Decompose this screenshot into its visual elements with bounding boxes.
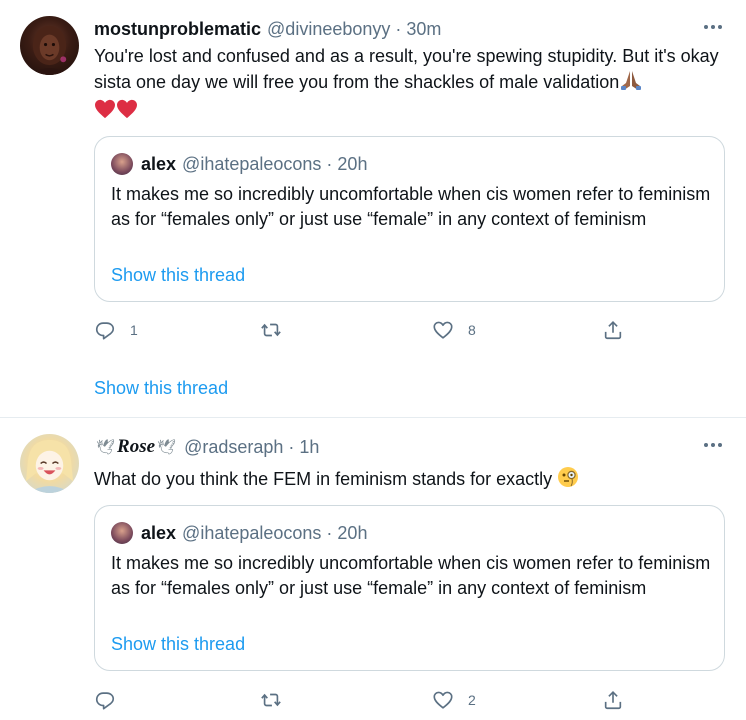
retweet-icon	[261, 323, 281, 337]
separator: ·	[326, 153, 333, 174]
quoted-tweet[interactable]: alex @ihatepaleocons · 20h It makes me s…	[94, 136, 725, 302]
avatar[interactable]	[20, 434, 79, 493]
show-thread-link[interactable]: Show this thread	[111, 634, 245, 655]
tweet-header: mostunproblematic @divineebonyy · 30m	[94, 17, 441, 41]
tweet-actions: 1 8	[94, 318, 634, 342]
author-name[interactable]: Rose	[117, 436, 155, 458]
reply-icon	[95, 692, 115, 710]
separator: ·	[395, 18, 402, 39]
share-icon	[604, 321, 622, 340]
tweet-text-content: What do you think the FEM in feminism st…	[94, 469, 553, 489]
like-button[interactable]: 2	[432, 688, 476, 712]
reply-icon	[95, 322, 115, 340]
like-count: 2	[468, 692, 476, 708]
tweet-text: What do you think the FEM in feminism st…	[94, 466, 724, 495]
retweet-icon	[261, 693, 281, 707]
author-handle: @ihatepaleocons	[182, 153, 322, 174]
timestamp: 20h	[337, 522, 368, 543]
avatar[interactable]	[20, 16, 79, 75]
quoted-tweet-header: alex @ihatepaleocons · 20h	[111, 521, 367, 545]
like-icon	[433, 691, 453, 709]
heart-icon	[94, 99, 116, 126]
quoted-tweet-text: It makes me so incredibly uncomfortable …	[111, 184, 711, 229]
like-count: 8	[468, 322, 476, 338]
reply-button[interactable]: 1	[94, 318, 138, 342]
share-icon	[604, 691, 622, 710]
author-name[interactable]: mostunproblematic	[94, 19, 261, 40]
praying-hands-icon	[619, 69, 643, 98]
author-name: alex	[141, 153, 177, 174]
more-icon[interactable]	[702, 435, 724, 455]
retweet-button[interactable]	[260, 318, 282, 342]
share-button[interactable]	[602, 688, 624, 712]
like-button[interactable]: 8	[432, 318, 476, 342]
heart-icon	[116, 99, 138, 126]
tweet[interactable]: 🕊 Rose 🕊 @radseraph · 1h What do you thi…	[0, 418, 746, 720]
monocle-face-icon	[557, 466, 579, 495]
quoted-tweet-header: alex @ihatepaleocons · 20h	[111, 152, 367, 176]
show-thread-link[interactable]: Show this thread	[94, 378, 228, 399]
author-handle[interactable]: @divineebonyy	[267, 19, 390, 40]
quoted-tweet-text: It makes me so incredibly uncomfortable …	[111, 553, 711, 598]
author-handle: @ihatepaleocons	[182, 522, 322, 543]
author-name: alex	[141, 522, 177, 543]
timestamp: 20h	[337, 153, 368, 174]
retweet-button[interactable]	[260, 688, 282, 712]
like-icon	[433, 321, 453, 339]
share-button[interactable]	[602, 318, 624, 342]
timestamp[interactable]: 1h	[299, 437, 319, 458]
dove-icon: 🕊	[96, 439, 116, 456]
avatar	[111, 522, 133, 544]
tweet[interactable]: mostunproblematic @divineebonyy · 30m Yo…	[0, 0, 746, 417]
show-thread-link[interactable]: Show this thread	[111, 265, 245, 286]
quoted-tweet[interactable]: alex @ihatepaleocons · 20h It makes me s…	[94, 505, 725, 671]
avatar	[111, 153, 133, 175]
tweet-actions: 2	[94, 688, 634, 712]
author-handle[interactable]: @radseraph	[184, 437, 283, 458]
timestamp[interactable]: 30m	[406, 19, 441, 40]
more-icon[interactable]	[702, 17, 724, 37]
reply-button[interactable]	[94, 688, 130, 712]
reply-count: 1	[130, 322, 138, 338]
dove-icon: 🕊	[157, 439, 177, 456]
separator: ·	[288, 436, 295, 457]
tweet-text: You're lost and confused and as a result…	[94, 44, 724, 126]
tweet-header: 🕊 Rose 🕊 @radseraph · 1h	[94, 435, 319, 459]
separator: ·	[326, 522, 333, 543]
